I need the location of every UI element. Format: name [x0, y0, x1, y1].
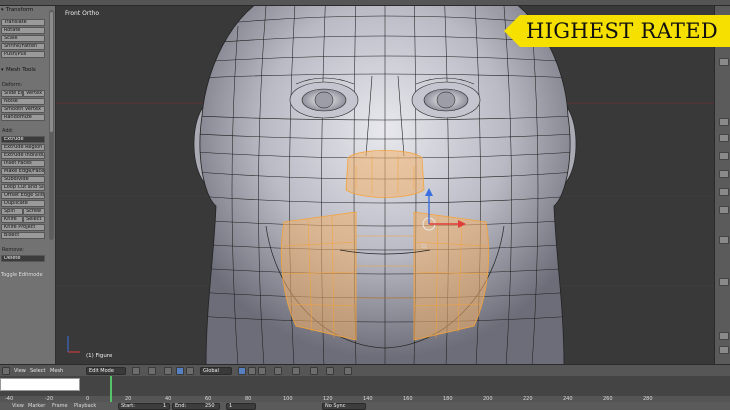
- opengl-render-icon[interactable]: [344, 367, 352, 375]
- inset-faces-button[interactable]: Inset Faces: [1, 160, 45, 167]
- properties-field[interactable]: [719, 170, 729, 178]
- shrink-fatten-button[interactable]: Shrink/Fatten: [1, 43, 45, 50]
- deform-label: Deform:: [2, 82, 23, 88]
- timeline-view-menu[interactable]: View: [12, 402, 24, 410]
- mesh-render: [56, 6, 714, 364]
- noise-button[interactable]: Noise: [1, 98, 45, 105]
- selected-nose-faces: [345, 150, 425, 198]
- editor-type-icon[interactable]: [2, 367, 10, 375]
- mode-select[interactable]: Edit Mode: [86, 367, 126, 375]
- start-frame-value: 1: [163, 403, 167, 409]
- search-input[interactable]: [0, 378, 80, 391]
- timeline[interactable]: -40 -20 0 20 40 60 80 100 120 140 160 18…: [0, 376, 730, 403]
- smooth-vertex-button[interactable]: Smooth Vertex: [1, 106, 45, 113]
- properties-field[interactable]: [719, 134, 729, 142]
- start-frame-field[interactable]: Start: 1: [118, 403, 170, 410]
- orientation-select[interactable]: Global: [200, 367, 232, 375]
- knife-project-button[interactable]: Knife Project: [1, 224, 45, 231]
- pivot-point-icon[interactable]: [148, 367, 156, 375]
- slide-edge-button[interactable]: Slide Ed: [1, 90, 23, 97]
- marker-menu[interactable]: Marker: [28, 402, 45, 410]
- frame-menu[interactable]: Frame: [52, 402, 68, 410]
- select-menu[interactable]: Select: [30, 367, 45, 375]
- scale-button[interactable]: Scale: [1, 35, 45, 42]
- duplicate-button[interactable]: Duplicate: [1, 200, 45, 207]
- rotate-button[interactable]: Rotate: [1, 27, 45, 34]
- sync-select[interactable]: No Sync: [322, 403, 366, 410]
- properties-field[interactable]: [719, 152, 729, 160]
- properties-field[interactable]: [719, 236, 729, 244]
- remove-label: Remove:: [2, 247, 24, 253]
- tool-shelf-scrollbar[interactable]: [49, 10, 54, 240]
- properties-field[interactable]: [719, 188, 729, 196]
- edge-select-icon[interactable]: [248, 367, 256, 375]
- viewport-shading-icon[interactable]: [132, 367, 140, 375]
- last-operator-label: Toggle Editmode: [1, 272, 43, 278]
- manipulator-icon[interactable]: [164, 367, 172, 375]
- transform-panel-header[interactable]: Transform: [0, 6, 48, 15]
- spin-button[interactable]: Spin: [1, 208, 23, 215]
- snap-icon[interactable]: [310, 367, 318, 375]
- badge-text: HIGHEST RATED: [526, 19, 718, 43]
- snap-element-icon[interactable]: [326, 367, 334, 375]
- face-select-icon[interactable]: [258, 367, 266, 375]
- proportional-edit-icon[interactable]: [292, 367, 300, 375]
- mesh-menu[interactable]: Mesh: [50, 367, 63, 375]
- extrude-menu[interactable]: Extrude: [1, 136, 45, 143]
- playback-menu[interactable]: Playback: [74, 402, 96, 410]
- properties-field[interactable]: [719, 332, 729, 340]
- rotate-manipulator-icon[interactable]: [186, 367, 194, 375]
- make-edge-face-button[interactable]: Make Edge/Face: [1, 168, 45, 175]
- translate-button[interactable]: Translate: [1, 19, 45, 26]
- knife-select-button[interactable]: Select: [23, 216, 45, 223]
- end-frame-label: End:: [175, 403, 187, 409]
- translate-manipulator-icon[interactable]: [176, 367, 184, 375]
- start-frame-label: Start:: [121, 403, 135, 409]
- timeline-playhead[interactable]: [110, 376, 112, 402]
- end-frame-value: 250: [205, 403, 215, 409]
- extrude-region-button[interactable]: Extrude Region: [1, 144, 45, 151]
- tool-shelf: Transform Translate Rotate Scale Shrink/…: [0, 6, 56, 364]
- current-frame-field[interactable]: 1: [226, 403, 256, 410]
- occlude-geometry-icon[interactable]: [274, 367, 282, 375]
- properties-panel: [714, 6, 730, 364]
- subdivide-button[interactable]: Subdivide: [1, 176, 45, 183]
- loop-cut-button[interactable]: Loop Cut and Slide: [1, 184, 45, 191]
- properties-field[interactable]: [719, 346, 729, 354]
- view-name-label: Front Ortho: [65, 10, 100, 17]
- 3d-view-header: View Select Mesh Edit Mode Global: [0, 364, 730, 376]
- vertex-select-icon[interactable]: [238, 367, 246, 375]
- screw-button[interactable]: Screw: [23, 208, 45, 215]
- push-pull-button[interactable]: Push/Pull: [1, 51, 45, 58]
- highest-rated-badge: HIGHEST RATED: [504, 15, 730, 47]
- offset-edge-slide-button[interactable]: Offset Edge Slide: [1, 192, 45, 199]
- add-label: Add:: [2, 128, 14, 134]
- mesh-tools-panel-header[interactable]: Mesh Tools: [0, 66, 48, 75]
- properties-toggle[interactable]: [719, 58, 729, 66]
- extrude-individual-button[interactable]: Extrude Individual: [1, 152, 45, 159]
- delete-menu[interactable]: Delete: [1, 255, 45, 262]
- properties-field[interactable]: [719, 118, 729, 126]
- properties-field[interactable]: [719, 278, 729, 286]
- knife-button[interactable]: Knife: [1, 216, 23, 223]
- timeline-header: View Marker Frame Playback Start: 1 End:…: [0, 402, 730, 410]
- randomize-button[interactable]: Randomize: [1, 114, 45, 121]
- view-menu[interactable]: View: [14, 367, 26, 375]
- 3d-viewport[interactable]: Front Ortho (1) Figure: [56, 6, 714, 364]
- properties-field[interactable]: [719, 206, 729, 214]
- bisect-button[interactable]: Bisect: [1, 232, 45, 239]
- slide-vertex-button[interactable]: Vertex: [23, 90, 45, 97]
- end-frame-field[interactable]: End: 250: [172, 403, 220, 410]
- object-name-label: (1) Figure: [86, 353, 113, 359]
